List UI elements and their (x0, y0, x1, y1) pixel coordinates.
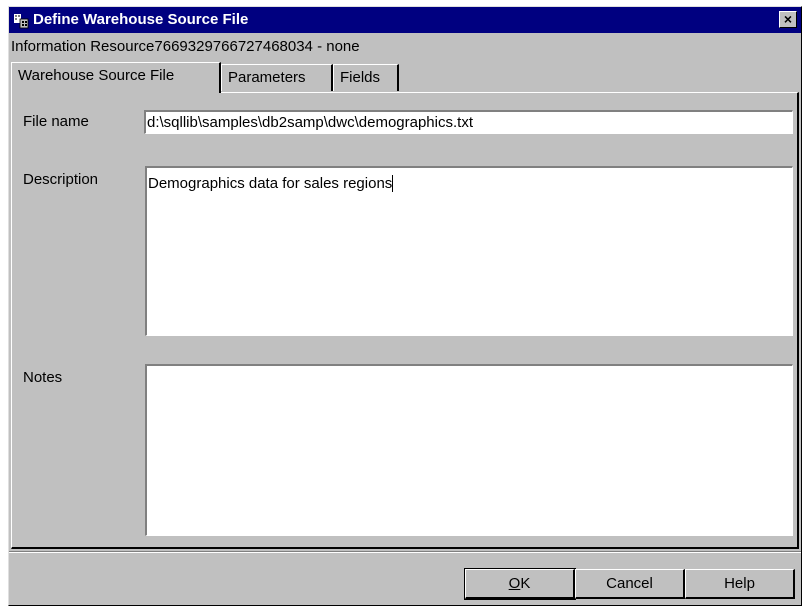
dialog-window: Define Warehouse Source File × Informati… (8, 6, 802, 606)
title-bar[interactable]: Define Warehouse Source File × (9, 7, 801, 33)
ok-button[interactable]: OK (464, 568, 576, 600)
cancel-button[interactable]: Cancel (575, 569, 685, 599)
help-label: Help (724, 575, 755, 592)
tab-fields[interactable]: Fields (333, 64, 399, 91)
tab-parameters[interactable]: Parameters (221, 64, 333, 91)
ok-label: K (520, 575, 531, 592)
tab-label: Parameters (228, 69, 306, 86)
help-button[interactable]: Help (685, 569, 795, 599)
tab-warehouse-source-file[interactable]: Warehouse Source File (11, 62, 221, 93)
tab-label: Warehouse Source File (18, 67, 175, 84)
close-icon: × (783, 11, 793, 27)
tab-panel (11, 92, 799, 549)
close-button[interactable]: × (779, 11, 797, 28)
tab-label: Fields (340, 69, 381, 86)
window-title: Define Warehouse Source File (33, 11, 249, 28)
button-bar-divider (9, 551, 801, 553)
information-resource-line: Information Resource7669329766727468034 … (11, 38, 360, 55)
warehouse-app-icon (13, 12, 29, 29)
cancel-label: Cancel (606, 575, 653, 592)
ok-mnemonic: O (508, 575, 521, 592)
